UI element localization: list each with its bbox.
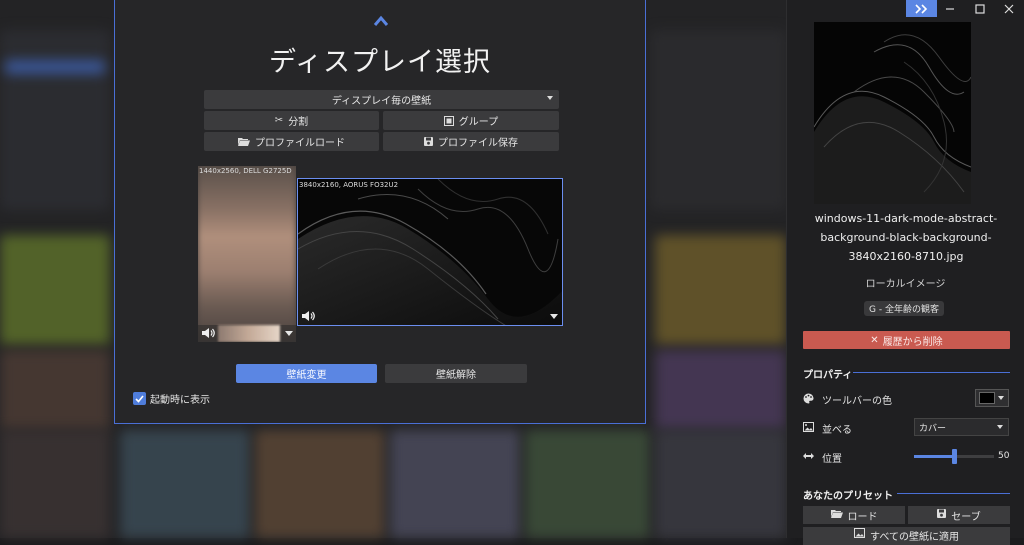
toolbar-color-label: ツールバーの色 <box>822 396 892 407</box>
wallpaper-source: ローカルイメージ <box>865 279 946 290</box>
minimize-icon <box>946 7 954 10</box>
show-on-startup-label: 起動時に表示 <box>150 395 210 406</box>
speaker-icon[interactable] <box>202 327 216 339</box>
chevron-down-icon <box>997 425 1003 429</box>
remove-from-history-button[interactable]: ✕ 履歴から削除 <box>803 331 1010 349</box>
split-button[interactable]: ✂ 分割 <box>204 111 379 130</box>
profile-load-button[interactable]: プロファイルロード <box>204 132 379 151</box>
palette-icon <box>803 392 814 407</box>
filename-line-2: background-black-background- <box>820 231 992 244</box>
position-slider[interactable] <box>914 449 994 464</box>
chevron-down-icon <box>547 96 553 100</box>
position-value: 50 <box>998 451 1010 461</box>
preset-save-button[interactable]: セーブ <box>908 506 1010 524</box>
page-title: ディスプレイ選択 <box>268 47 492 78</box>
position-slider-handle[interactable] <box>952 449 957 464</box>
chevron-down-icon[interactable] <box>550 314 558 319</box>
unset-wallpaper-button[interactable]: 壁紙解除 <box>385 364 527 383</box>
presets-divider <box>897 493 1010 494</box>
scissors-icon: ✂ <box>274 115 284 126</box>
position-slider-fill <box>914 455 954 458</box>
change-wallpaper-label: 壁紙変更 <box>286 370 327 381</box>
split-button-label: 分割 <box>288 117 309 128</box>
monitor-1-wallpaper <box>198 166 296 342</box>
apply-to-all-label: すべての壁紙に適用 <box>870 532 959 543</box>
speaker-icon[interactable] <box>302 310 316 322</box>
properties-header: プロパティ <box>803 370 853 381</box>
monitor-preview-2[interactable]: 3840x2160, AORUS FO32U2 <box>297 178 563 326</box>
close-icon: ✕ <box>870 334 879 346</box>
profile-save-button[interactable]: プロファイル保存 <box>383 132 559 151</box>
monitor-preview-1[interactable]: 1440x2560, DELL G2725D <box>198 166 296 342</box>
folder-open-icon <box>238 137 250 146</box>
monitor-2-label: 3840x2160, AORUS FO32U2 <box>299 181 399 189</box>
wallpaper-filename: windows-11-dark-mode-abstract- backgroun… <box>797 209 1015 266</box>
group-icon <box>443 115 454 126</box>
wallpaper-preview <box>814 22 971 204</box>
wallpaper-mode-select[interactable]: ディスプレイ毎の壁紙 <box>204 90 559 109</box>
image-icon <box>854 528 866 541</box>
close-button[interactable] <box>996 0 1022 17</box>
minimize-button[interactable] <box>937 0 963 17</box>
change-wallpaper-button[interactable]: 壁紙変更 <box>236 364 377 383</box>
preset-load-label: ロード <box>847 511 878 523</box>
checkmark-icon[interactable] <box>133 392 146 405</box>
toolbar-color-row: ツールバーの色 <box>803 392 892 407</box>
arrange-select[interactable]: カバー <box>914 418 1009 436</box>
toolbar-color-picker[interactable] <box>975 389 1009 407</box>
chevron-down-icon[interactable] <box>285 331 293 336</box>
rating-badge: G - 全年齢の観客 <box>864 301 944 316</box>
window-controls <box>787 0 1024 17</box>
preset-save-label: セーブ <box>951 511 981 523</box>
collapse-sidebar-button[interactable] <box>906 0 937 17</box>
position-row: 位置 <box>803 450 842 465</box>
unset-wallpaper-label: 壁紙解除 <box>436 370 476 381</box>
chevron-down-icon <box>998 396 1004 400</box>
chevron-up-icon[interactable] <box>373 14 389 28</box>
properties-divider <box>853 372 1010 373</box>
floppy-disk-icon <box>937 509 947 521</box>
maximize-icon <box>975 3 985 14</box>
apply-to-all-button[interactable]: すべての壁紙に適用 <box>803 527 1010 545</box>
monitor-1-thumbnail[interactable] <box>218 325 280 342</box>
filename-line-3: 3840x2160-8710.jpg <box>848 250 964 263</box>
maximize-button[interactable] <box>967 0 993 17</box>
preset-load-button[interactable]: ロード <box>803 506 905 524</box>
profile-save-label: プロファイル保存 <box>438 138 518 149</box>
horizontal-arrows-icon <box>803 452 814 463</box>
filename-line-1: windows-11-dark-mode-abstract- <box>814 212 998 225</box>
wallpaper-sidebar: windows-11-dark-mode-abstract- backgroun… <box>786 0 1024 545</box>
profile-load-label: プロファイルロード <box>255 138 345 149</box>
monitor-2-wallpaper <box>298 179 562 325</box>
monitor-1-label: 1440x2560, DELL G2725D <box>199 167 292 175</box>
arrange-row: 並べる <box>803 421 852 436</box>
color-swatch <box>979 392 995 404</box>
wallpaper-preview-image <box>814 22 971 204</box>
wallpaper-mode-value: ディスプレイ毎の壁紙 <box>331 96 432 107</box>
group-button[interactable]: グループ <box>383 111 559 130</box>
display-selection-dialog: ディスプレイ選択 ディスプレイ毎の壁紙 ✂ 分割 グループ プロファイルロード … <box>114 0 646 424</box>
remove-from-history-label: 履歴から削除 <box>882 336 943 348</box>
show-on-startup-checkbox[interactable]: 起動時に表示 <box>133 391 210 406</box>
folder-open-icon <box>830 509 843 521</box>
position-label: 位置 <box>822 454 842 465</box>
close-icon <box>1004 4 1014 13</box>
presets-header: あなたのプリセット <box>803 491 893 502</box>
image-icon <box>803 422 814 435</box>
arrange-value: カバー <box>919 423 947 434</box>
arrange-label: 並べる <box>822 425 852 436</box>
double-chevron-right-icon <box>914 3 927 14</box>
floppy-disk-icon <box>424 137 433 146</box>
group-button-label: グループ <box>458 117 499 128</box>
